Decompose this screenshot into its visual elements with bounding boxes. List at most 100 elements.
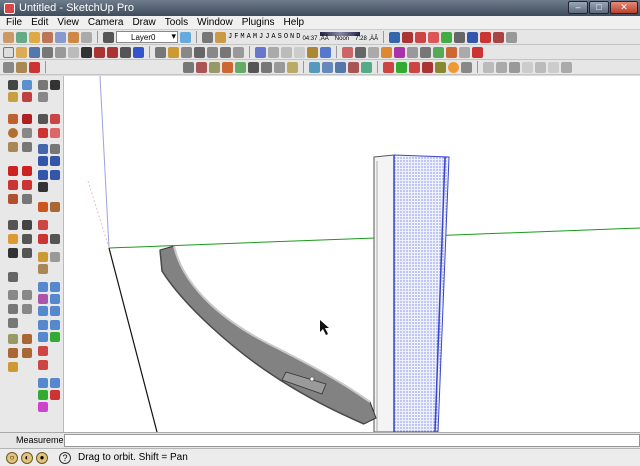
line-icon[interactable] [459, 46, 470, 58]
layer-dropdown[interactable]: Layer0 [116, 31, 178, 43]
offset-icon[interactable] [368, 46, 379, 58]
xray-icon[interactable] [255, 46, 266, 58]
text-tool-icon[interactable] [22, 194, 32, 204]
position-camera-tool-icon[interactable] [38, 202, 48, 212]
3d-text-tool-icon[interactable] [22, 220, 32, 230]
freehand-icon[interactable] [433, 46, 444, 58]
paint-tool-icon[interactable] [8, 334, 18, 344]
shadow-time-bar[interactable]: 04:37 ,ÄÂ Noon 7:28 ,ÄÂ [302, 32, 378, 42]
sandbox-tool-icon[interactable] [38, 234, 48, 244]
style-icon[interactable] [183, 61, 194, 73]
monochrome-icon[interactable] [320, 46, 331, 58]
edit-curve-icon[interactable] [38, 402, 48, 412]
photo-textures-icon[interactable] [461, 61, 472, 73]
curve-icon[interactable] [50, 294, 60, 304]
copy-icon[interactable] [55, 46, 66, 58]
erase-icon[interactable] [81, 46, 92, 58]
rectangle-icon[interactable] [446, 46, 457, 58]
menu-file[interactable]: File [6, 17, 22, 28]
zoom-window-icon[interactable] [50, 156, 60, 166]
solid-split-icon[interactable] [361, 61, 372, 73]
polygon-icon[interactable] [420, 46, 431, 58]
blade-model[interactable] [159, 245, 377, 425]
textured-icon[interactable] [307, 46, 318, 58]
hidden-line-icon[interactable] [281, 46, 292, 58]
orbit-icon[interactable] [3, 61, 14, 73]
add-detail-icon[interactable] [435, 61, 446, 73]
tape-tool-icon[interactable] [8, 180, 18, 190]
round-corner-icon[interactable] [22, 304, 32, 314]
select-tool-icon[interactable] [155, 46, 166, 58]
zoom-icon[interactable] [29, 61, 40, 73]
axes-icon[interactable] [480, 31, 492, 43]
layer-tool-icon[interactable] [8, 272, 18, 282]
offset-tool-icon[interactable] [22, 166, 32, 176]
menu-camera[interactable]: Camera [88, 17, 124, 28]
follow-me-icon[interactable] [355, 46, 366, 58]
previous-view-icon[interactable] [50, 170, 60, 180]
position-camera-icon[interactable] [261, 61, 272, 73]
face-style-icon[interactable] [209, 61, 220, 73]
shaded-icon[interactable] [294, 46, 305, 58]
solid-trim-icon[interactable] [348, 61, 359, 73]
maximize-icon[interactable]: □ [589, 1, 609, 14]
pan-icon[interactable] [16, 61, 27, 73]
menu-draw[interactable]: Draw [132, 17, 155, 28]
new-icon[interactable] [3, 31, 14, 43]
joint-push-pull-icon[interactable] [8, 304, 18, 314]
rect-curve-icon[interactable] [38, 320, 48, 330]
profile-icon[interactable] [222, 61, 233, 73]
shadows-toggle-icon[interactable] [202, 31, 213, 43]
tall-post[interactable] [373, 154, 450, 432]
dimension-icon[interactable] [287, 61, 298, 73]
paste-icon[interactable] [68, 46, 79, 58]
spline-icon[interactable] [50, 282, 60, 292]
open-file-icon[interactable] [16, 46, 27, 58]
right-view-icon[interactable] [207, 46, 218, 58]
circle-tool-icon[interactable] [8, 128, 18, 138]
ellipse-icon[interactable] [50, 320, 60, 330]
star-icon[interactable] [8, 248, 18, 258]
user-status-icon[interactable]: ● [36, 451, 48, 464]
chamfer-icon[interactable] [22, 290, 32, 300]
texture-tool-icon[interactable] [22, 348, 32, 358]
circle-icon[interactable] [407, 46, 418, 58]
model-info-icon[interactable] [133, 46, 144, 58]
push-pull-icon[interactable] [342, 46, 353, 58]
pan-tool-icon[interactable] [50, 144, 60, 154]
share-icon[interactable] [68, 31, 79, 43]
look-around-icon[interactable] [248, 61, 259, 73]
from-contours-icon[interactable] [383, 61, 394, 73]
freehand-curve-icon[interactable] [38, 332, 48, 342]
geo-status-icon[interactable]: ○ [6, 451, 18, 464]
sample-tool-icon[interactable] [22, 334, 32, 344]
cut-icon[interactable] [42, 46, 53, 58]
wireframe-icon[interactable] [268, 46, 279, 58]
drape-icon[interactable] [422, 61, 433, 73]
paint-icon[interactable] [29, 31, 40, 43]
scale-tool-icon[interactable] [8, 166, 18, 176]
scenes-icon[interactable] [496, 61, 507, 73]
layer-manager-icon[interactable] [180, 31, 191, 43]
walk-icon[interactable] [235, 61, 246, 73]
circle-curve-icon[interactable] [50, 306, 60, 316]
rotate-tool-icon[interactable] [38, 128, 48, 138]
undo-icon[interactable] [94, 46, 105, 58]
protractor-tool-icon[interactable] [8, 194, 18, 204]
subdivide-icon[interactable] [8, 318, 18, 328]
outliner-icon[interactable] [522, 61, 533, 73]
line-curve-icon[interactable] [38, 378, 48, 388]
edit-point-icon[interactable] [50, 390, 60, 400]
redo-icon[interactable] [107, 46, 118, 58]
push-pull-tool-icon[interactable] [50, 114, 60, 124]
warehouse-icon[interactable] [55, 31, 66, 43]
credits-status-icon[interactable]: ◐ [21, 451, 33, 464]
solid-intersect-icon[interactable] [322, 61, 333, 73]
new-file-icon[interactable] [3, 46, 14, 58]
fog-icon[interactable] [215, 31, 226, 43]
circle-edit-icon[interactable] [50, 378, 60, 388]
materials-icon[interactable] [50, 252, 60, 262]
footprints-icon[interactable] [50, 80, 60, 90]
measurements-input[interactable] [64, 434, 640, 447]
arc-curve-icon[interactable] [38, 306, 48, 316]
